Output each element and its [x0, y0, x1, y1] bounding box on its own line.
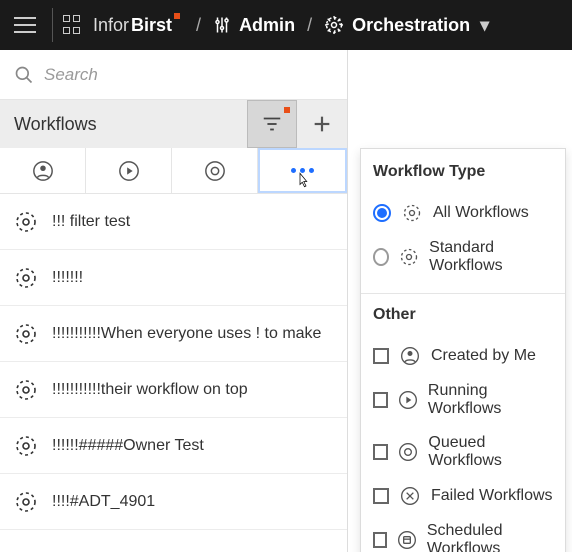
checkbox-created-by-me[interactable]: Created by Me — [373, 338, 553, 374]
calendar-circle-icon — [397, 530, 417, 550]
checkbox-unchecked-icon — [373, 348, 389, 364]
play-circle-icon — [398, 390, 418, 410]
workflow-name: !!!!!!#####Owner Test — [52, 437, 204, 455]
sliders-icon — [213, 16, 231, 34]
workflow-item[interactable]: !!!!!!!!!!!their workflow on top — [0, 362, 347, 418]
checkbox-failed-workflows[interactable]: Failed Workflows — [373, 478, 553, 514]
checkbox-unchecked-icon — [373, 392, 388, 408]
workflow-gear-icon — [14, 378, 38, 402]
workflow-type-heading: Workflow Type — [373, 163, 553, 181]
breadcrumb-admin-label: Admin — [239, 15, 295, 36]
checkbox-label: Queued Workflows — [428, 434, 553, 470]
target-circle-icon — [204, 160, 226, 182]
breadcrumb: / Admin / Orchestration ▾ — [196, 15, 489, 36]
workflow-item[interactable]: !!! filter test — [0, 194, 347, 250]
all-workflows-icon — [401, 203, 423, 223]
breadcrumb-orchestration[interactable]: Orchestration ▾ — [324, 15, 489, 36]
section-header: Workflows — [0, 100, 347, 148]
workflow-gear-icon — [14, 434, 38, 458]
tab-more-options[interactable] — [258, 148, 347, 193]
checkbox-running-workflows[interactable]: Running Workflows — [373, 374, 553, 426]
breadcrumb-admin[interactable]: Admin — [213, 15, 295, 36]
radio-unchecked-icon — [373, 248, 389, 266]
user-circle-icon — [399, 346, 421, 366]
filter-button[interactable] — [247, 100, 297, 148]
workflow-gear-icon — [14, 210, 38, 234]
x-circle-icon — [399, 486, 421, 506]
divider — [361, 293, 565, 294]
tab-queued[interactable] — [172, 148, 258, 193]
search-icon — [14, 65, 34, 85]
radio-standard-workflows[interactable]: Standard Workflows — [373, 231, 553, 283]
brand-bold: Birst — [131, 15, 172, 36]
workflow-name: !!!!!!! — [52, 269, 83, 287]
breadcrumb-orchestration-label: Orchestration — [352, 15, 470, 36]
user-circle-icon — [32, 160, 54, 182]
workflow-item[interactable]: !!!!#ADT_4901 — [0, 474, 347, 530]
checkbox-scheduled-workflows[interactable]: Scheduled Workflows — [373, 514, 553, 552]
checkbox-label: Created by Me — [431, 347, 536, 365]
checkbox-unchecked-icon — [373, 488, 389, 504]
standard-workflows-icon — [399, 247, 419, 267]
workflow-name: !!! filter test — [52, 213, 130, 231]
section-title: Workflows — [14, 114, 97, 135]
workflow-item[interactable]: !!!!!!! — [0, 250, 347, 306]
radio-label: All Workflows — [433, 204, 529, 222]
radio-checked-icon — [373, 204, 391, 222]
brand-notification-dot — [174, 13, 180, 19]
checkbox-label: Failed Workflows — [431, 487, 553, 505]
cursor-pointer-icon — [294, 171, 312, 189]
workflow-gear-icon — [14, 322, 38, 346]
other-heading: Other — [373, 306, 553, 324]
workflow-list: !!! filter test !!!!!!! !!!!!!!!!!!When … — [0, 194, 347, 552]
filter-popover: Workflow Type All Workflows Standard Wor… — [360, 148, 566, 552]
workflow-item[interactable]: !!!!!!#####Owner Test — [0, 418, 347, 474]
breadcrumb-separator: / — [307, 15, 312, 36]
brand-logo: Infor Birst — [93, 15, 172, 36]
search-input[interactable] — [44, 65, 335, 85]
target-circle-icon — [398, 442, 418, 462]
workflow-name: !!!!#ADT_4901 — [52, 493, 155, 511]
right-area: Workflow Type All Workflows Standard Wor… — [348, 50, 572, 552]
chevron-down-icon: ▾ — [480, 15, 489, 36]
checkbox-label: Running Workflows — [428, 382, 553, 418]
tab-created-by-me[interactable] — [0, 148, 86, 193]
radio-all-workflows[interactable]: All Workflows — [373, 195, 553, 231]
checkbox-label: Scheduled Workflows — [427, 522, 553, 552]
workflow-name: !!!!!!!!!!!their workflow on top — [52, 381, 248, 399]
hamburger-menu-button[interactable] — [8, 10, 42, 40]
workflow-name: !!!!!!!!!!!When everyone uses ! to make — [52, 325, 321, 343]
divider — [52, 8, 53, 42]
workflow-gear-icon — [14, 490, 38, 514]
filter-tabs — [0, 148, 347, 194]
tab-running[interactable] — [86, 148, 172, 193]
play-circle-icon — [118, 160, 140, 182]
add-workflow-button[interactable] — [297, 100, 347, 148]
checkbox-queued-workflows[interactable]: Queued Workflows — [373, 426, 553, 478]
app-switcher-icon[interactable] — [63, 15, 83, 35]
search-row — [0, 50, 347, 100]
workflow-item[interactable]: !!!!!!!!!!!When everyone uses ! to make — [0, 306, 347, 362]
checkbox-unchecked-icon — [373, 444, 388, 460]
checkbox-unchecked-icon — [373, 532, 387, 548]
workflow-gear-icon — [14, 266, 38, 290]
top-bar: Infor Birst / Admin / Orchestration ▾ — [0, 0, 572, 50]
breadcrumb-separator: / — [196, 15, 201, 36]
radio-label: Standard Workflows — [429, 239, 553, 275]
filter-icon — [261, 113, 283, 135]
brand-thin: Infor — [93, 15, 129, 36]
gear-icon — [324, 15, 344, 35]
plus-icon — [311, 113, 333, 135]
left-panel: Workflows — [0, 50, 348, 552]
